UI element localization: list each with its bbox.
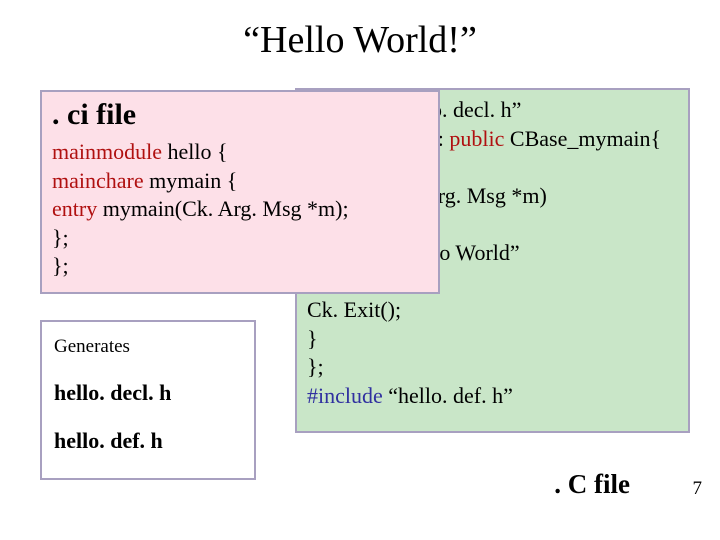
- code-text: }: [307, 326, 318, 351]
- code-text: Ck. Exit();: [307, 297, 401, 322]
- ci-file-code-box: . ci file mainmodule hello { mainchare m…: [40, 90, 440, 294]
- code-line: }: [307, 325, 678, 354]
- keyword: public: [449, 126, 504, 151]
- slide-title: “Hello World!”: [0, 0, 720, 62]
- generated-files-box: Generates hello. decl. h hello. def. h: [40, 320, 256, 480]
- code-line: Ck. Exit();: [307, 296, 678, 325]
- c-file-label: . C file: [554, 469, 630, 500]
- code-line: mainchare mymain {: [52, 167, 428, 196]
- page-number: 7: [693, 478, 703, 500]
- keyword: mainchare: [52, 168, 144, 193]
- code-line: };: [52, 252, 428, 281]
- generates-label: Generates: [54, 336, 242, 358]
- keyword: entry: [52, 196, 97, 221]
- code-text: hello {: [162, 139, 228, 164]
- keyword: mainmodule: [52, 139, 162, 164]
- keyword: #include: [307, 383, 383, 408]
- decl-h-filename: hello. decl. h: [54, 380, 242, 406]
- code-text: };: [52, 253, 69, 278]
- def-h-filename: hello. def. h: [54, 428, 242, 454]
- code-line: };: [52, 224, 428, 253]
- code-text: CBase_mymain{: [504, 126, 661, 151]
- code-text: mymain(Ck. Arg. Msg *m);: [97, 196, 348, 221]
- code-text: mymain {: [144, 168, 238, 193]
- code-text: };: [52, 225, 69, 250]
- code-line: };: [307, 353, 678, 382]
- code-line: #include “hello. def. h”: [307, 382, 678, 411]
- code-text: “hello. def. h”: [383, 383, 513, 408]
- ci-file-label: . ci file: [52, 98, 428, 132]
- code-line: mainmodule hello {: [52, 138, 428, 167]
- code-line: entry mymain(Ck. Arg. Msg *m);: [52, 195, 428, 224]
- code-text: };: [307, 354, 324, 379]
